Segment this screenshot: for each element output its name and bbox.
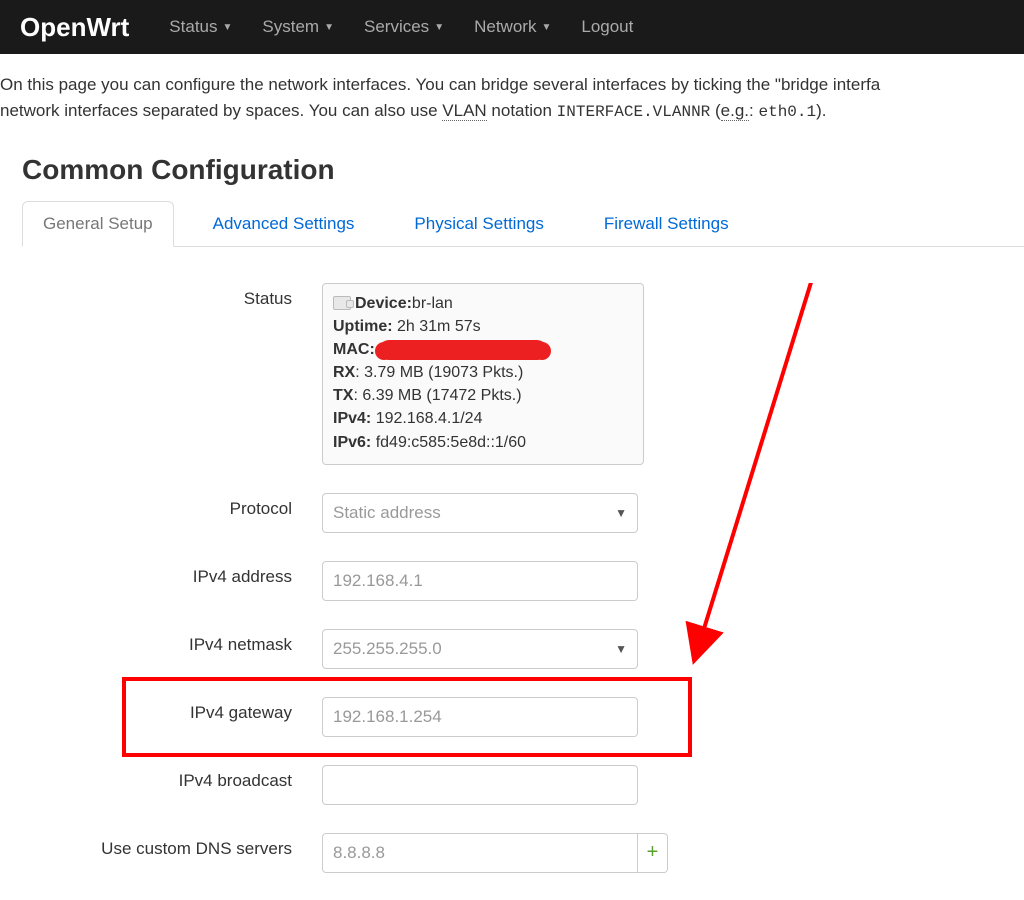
desc-line1: On this page you can configure the netwo… xyxy=(0,75,880,94)
protocol-value: Static address xyxy=(333,503,441,523)
vlan-abbr: VLAN xyxy=(442,101,486,121)
status-rx-value: : 3.79 MB (19073 Pkts.) xyxy=(355,364,523,381)
label-ipv4-gateway: IPv4 gateway xyxy=(22,697,322,723)
dns-input[interactable] xyxy=(322,833,638,873)
status-ipv4-label: IPv4: xyxy=(333,410,371,427)
status-uptime-value: 2h 31m 57s xyxy=(393,318,481,335)
status-uptime-label: Uptime: xyxy=(333,318,393,335)
status-ipv4-value: 192.168.4.1/24 xyxy=(371,410,482,427)
label-dns: Use custom DNS servers xyxy=(22,833,322,859)
row-ipv4-netmask: IPv4 netmask 255.255.255.0 ▼ xyxy=(0,629,1024,669)
ipv4-gateway-input[interactable] xyxy=(322,697,638,737)
protocol-select[interactable]: Static address ▼ xyxy=(322,493,638,533)
chevron-down-icon: ▼ xyxy=(615,642,627,656)
desc-line2a: network interfaces separated by spaces. … xyxy=(0,101,442,120)
tab-firewall-settings[interactable]: Firewall Settings xyxy=(583,201,750,247)
nav-network-label: Network xyxy=(474,17,536,37)
status-rx-label: RX xyxy=(333,364,355,381)
status-device-label: Device: xyxy=(355,292,412,315)
tab-physical-settings[interactable]: Physical Settings xyxy=(393,201,564,247)
status-device-value: br-lan xyxy=(412,292,453,315)
eg-abbr: e.g. xyxy=(721,101,749,121)
code-vlannr: INTERFACE.VLANNR xyxy=(557,103,711,121)
chevron-down-icon: ▼ xyxy=(324,22,334,33)
row-ipv4-broadcast: IPv4 broadcast xyxy=(0,765,1024,805)
desc-line2b: notation xyxy=(487,101,557,120)
status-ipv6-value: fd49:c585:5e8d::1/60 xyxy=(371,434,526,451)
row-status: Status Device: br-lan Uptime: 2h 31m 57s… xyxy=(0,283,1024,465)
code-eth01: eth0.1 xyxy=(758,103,816,121)
chevron-down-icon: ▼ xyxy=(223,22,233,33)
status-tx-value: : 6.39 MB (17472 Pkts.) xyxy=(353,387,521,404)
config-tabs: General Setup Advanced Settings Physical… xyxy=(22,201,1024,247)
add-dns-button[interactable]: + xyxy=(638,833,668,873)
plus-icon: + xyxy=(647,841,659,864)
chevron-down-icon: ▼ xyxy=(434,22,444,33)
label-ipv4-netmask: IPv4 netmask xyxy=(22,629,322,655)
section-heading: Common Configuration xyxy=(22,154,1024,186)
brand-logo[interactable]: OpenWrt xyxy=(20,12,129,43)
nav-services-label: Services xyxy=(364,17,429,37)
nav-system[interactable]: System ▼ xyxy=(262,17,334,37)
row-protocol: Protocol Static address ▼ xyxy=(0,493,1024,533)
tab-general-setup[interactable]: General Setup xyxy=(22,201,174,247)
ipv4-netmask-select[interactable]: 255.255.255.0 ▼ xyxy=(322,629,638,669)
netmask-value: 255.255.255.0 xyxy=(333,639,442,659)
top-navbar: OpenWrt Status ▼ System ▼ Services ▼ Networ… xyxy=(0,0,1024,54)
config-form: Status Device: br-lan Uptime: 2h 31m 57s… xyxy=(0,247,1024,873)
status-ipv6-label: IPv6: xyxy=(333,434,371,451)
nav-network[interactable]: Network ▼ xyxy=(474,17,551,37)
row-ipv4-gateway: IPv4 gateway xyxy=(0,697,1024,737)
device-icon xyxy=(333,296,351,310)
nav-system-label: System xyxy=(262,17,319,37)
ipv4-address-input[interactable] xyxy=(322,561,638,601)
nav-logout[interactable]: Logout xyxy=(581,17,633,37)
status-box: Device: br-lan Uptime: 2h 31m 57s MAC: R… xyxy=(322,283,644,465)
label-protocol: Protocol xyxy=(22,493,322,519)
nav-status-label: Status xyxy=(169,17,217,37)
label-ipv4-broadcast: IPv4 broadcast xyxy=(22,765,322,791)
redacted-mac xyxy=(379,340,547,360)
nav-status[interactable]: Status ▼ xyxy=(169,17,232,37)
ipv4-broadcast-input[interactable] xyxy=(322,765,638,805)
chevron-down-icon: ▼ xyxy=(541,22,551,33)
row-ipv4-address: IPv4 address xyxy=(0,561,1024,601)
tab-advanced-settings[interactable]: Advanced Settings xyxy=(192,201,376,247)
chevron-down-icon: ▼ xyxy=(615,506,627,520)
status-mac-label: MAC: xyxy=(333,341,375,358)
label-status: Status xyxy=(22,283,322,309)
page-description: On this page you can configure the netwo… xyxy=(0,54,1024,124)
row-dns: Use custom DNS servers + xyxy=(0,833,1024,873)
status-tx-label: TX xyxy=(333,387,353,404)
nav-services[interactable]: Services ▼ xyxy=(364,17,444,37)
label-ipv4-address: IPv4 address xyxy=(22,561,322,587)
